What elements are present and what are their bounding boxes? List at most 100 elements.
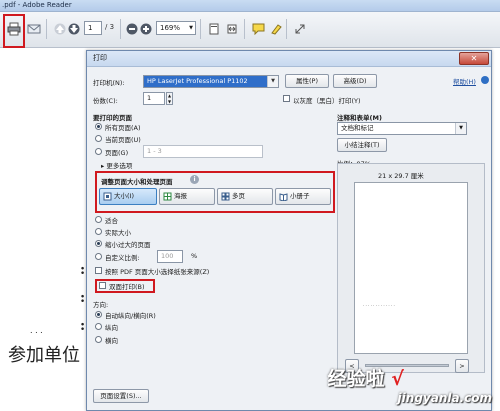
printer-select[interactable]: HP LaserJet Professional P1102 ▼ [143, 75, 279, 88]
dialog-titlebar: 打印 ✕ [87, 51, 491, 67]
pages-all-label: 所有页面(A) [105, 124, 141, 132]
speech-bubble-icon [252, 23, 264, 35]
summarize-comments-button[interactable]: 小结注释(T) [337, 138, 387, 152]
main-toolbar: 1 / 3 169% ▼ [0, 12, 500, 48]
expand-button[interactable] [290, 19, 310, 39]
help-icon[interactable] [481, 76, 489, 84]
toolbar-separator [244, 19, 245, 39]
close-icon: ✕ [470, 54, 478, 63]
watermark-url: jingyanla.com [397, 391, 492, 405]
toolbar-separator [120, 19, 121, 39]
booklet-button-label: 小册子 [290, 192, 310, 200]
sizing-title: 调整页面大小和处理页面 [101, 178, 173, 186]
comments-title: 注释和表单(M) [337, 114, 382, 122]
preview-content-lines: · · · · · · · · · · · · · [363, 303, 395, 308]
pages-range-input[interactable]: 1 - 3 [143, 145, 263, 158]
arrow-down-icon [68, 23, 80, 35]
copies-input[interactable]: 1 [143, 92, 165, 105]
pages-range-radio[interactable] [95, 148, 102, 155]
orientation-auto-radio[interactable] [95, 311, 102, 318]
fit-width-button[interactable] [222, 19, 242, 39]
shrink-label: 缩小过大的页面 [105, 241, 151, 249]
size-button[interactable]: 大小(I) [99, 188, 157, 205]
print-button-highlight [3, 14, 25, 48]
properties-button[interactable]: 属性(P) [285, 74, 329, 88]
copies-label: 份数(C): [93, 97, 118, 105]
custom-scale-label: 自定义比例: [105, 254, 140, 262]
printer-value: HP LaserJet Professional P1102 [147, 77, 248, 85]
advanced-button[interactable]: 高级(D) [333, 74, 377, 88]
duplex-checkbox[interactable] [99, 282, 106, 289]
toolbar-separator [286, 19, 287, 39]
pdf-paper-source-checkbox[interactable] [95, 267, 102, 274]
actual-size-radio[interactable] [95, 228, 102, 235]
comment-button[interactable] [248, 19, 268, 39]
checkmark-icon: √ [391, 368, 404, 390]
zoom-in-button[interactable] [136, 19, 156, 39]
fit-page-button[interactable] [204, 19, 224, 39]
help-link[interactable]: 帮助(H) [453, 76, 476, 86]
orientation-auto-label: 自动纵向/横向(R) [105, 312, 156, 320]
fit-radio[interactable] [95, 216, 102, 223]
copies-spinner[interactable]: ▲ ▼ [166, 92, 173, 105]
size-mode-buttons: 大小(I) 海报 多页 小册子 [99, 188, 331, 206]
chevron-down-icon: ▼ [267, 76, 278, 87]
envelope-icon [27, 24, 41, 34]
orientation-landscape-label: 横向 [105, 337, 118, 345]
watermark-text: 经验啦 [327, 368, 385, 390]
pages-current-label: 当前页面(U) [105, 136, 141, 144]
pages-range-label: 页面(G) [105, 149, 129, 157]
size-button-label: 大小(I) [114, 192, 134, 200]
copies-value: 1 [147, 94, 152, 102]
doc-bullet-1: : [80, 262, 86, 278]
more-options-toggle[interactable]: ▸ 更多选项 [101, 160, 132, 170]
info-icon[interactable]: i [190, 175, 199, 184]
pages-section-title: 要打印的页面 [93, 114, 132, 122]
paper-size-label: 21 x 29.7 厘米 [378, 172, 424, 180]
page-size-icon [103, 192, 112, 201]
chevron-down-icon: ▼ [455, 123, 466, 134]
comments-value: 文档和标记 [341, 124, 374, 132]
plus-icon [140, 23, 152, 35]
highlight-button[interactable] [266, 19, 286, 39]
orientation-landscape-radio[interactable] [95, 336, 102, 343]
shrink-radio[interactable] [95, 240, 102, 247]
doc-heading: 参加单位 [8, 345, 80, 366]
expand-icon [295, 24, 305, 34]
booklet-button[interactable]: 小册子 [275, 188, 331, 205]
multiple-pages-icon [221, 192, 230, 201]
grayscale-checkbox[interactable] [283, 95, 290, 102]
grayscale-label: 以灰度（黑白）打印(Y) [293, 97, 361, 105]
chevron-down-icon: ▼ [189, 25, 193, 31]
window-title: .pdf - Adobe Reader [0, 0, 500, 12]
poster-button[interactable]: 海报 [159, 188, 215, 205]
doc-bullet-3: : [80, 318, 86, 334]
fit-label: 适合 [105, 217, 118, 225]
pdf-paper-source-label: 按照 PDF 页面大小选择纸张来源(Z) [105, 268, 210, 276]
pages-current-radio[interactable] [95, 135, 102, 142]
custom-scale-unit: % [191, 252, 198, 260]
custom-scale-radio[interactable] [95, 253, 102, 260]
toolbar-separator [200, 19, 201, 39]
page-setup-button[interactable]: 页面设置(S)... [93, 389, 149, 403]
booklet-icon [279, 192, 288, 202]
highlighter-icon [270, 24, 282, 35]
toolbar-separator [46, 19, 47, 39]
page-total: / 3 [105, 23, 115, 31]
orientation-portrait-label: 纵向 [105, 324, 118, 332]
email-button[interactable] [24, 19, 44, 39]
multiple-button[interactable]: 多页 [217, 188, 273, 205]
print-preview-panel: 21 x 29.7 厘米 · · · · · · · · · · · · · [337, 163, 485, 373]
next-page-button[interactable] [64, 19, 84, 39]
orientation-title: 方向: [93, 301, 109, 309]
orientation-portrait-radio[interactable] [95, 323, 102, 330]
print-dialog: 打印 ✕ 打印机(N): HP LaserJet Professional P1… [86, 50, 492, 411]
pages-all-radio[interactable] [95, 123, 102, 130]
custom-scale-input[interactable]: 100 [157, 250, 183, 263]
doc-dots: . . . [30, 326, 43, 335]
duplex-label: 双面打印(B) [109, 283, 145, 291]
zoom-level-select[interactable]: 169% ▼ [156, 21, 196, 35]
comments-select[interactable]: 文档和标记 ▼ [337, 122, 467, 135]
close-button[interactable]: ✕ [459, 52, 489, 65]
page-number-input[interactable]: 1 [84, 21, 102, 35]
